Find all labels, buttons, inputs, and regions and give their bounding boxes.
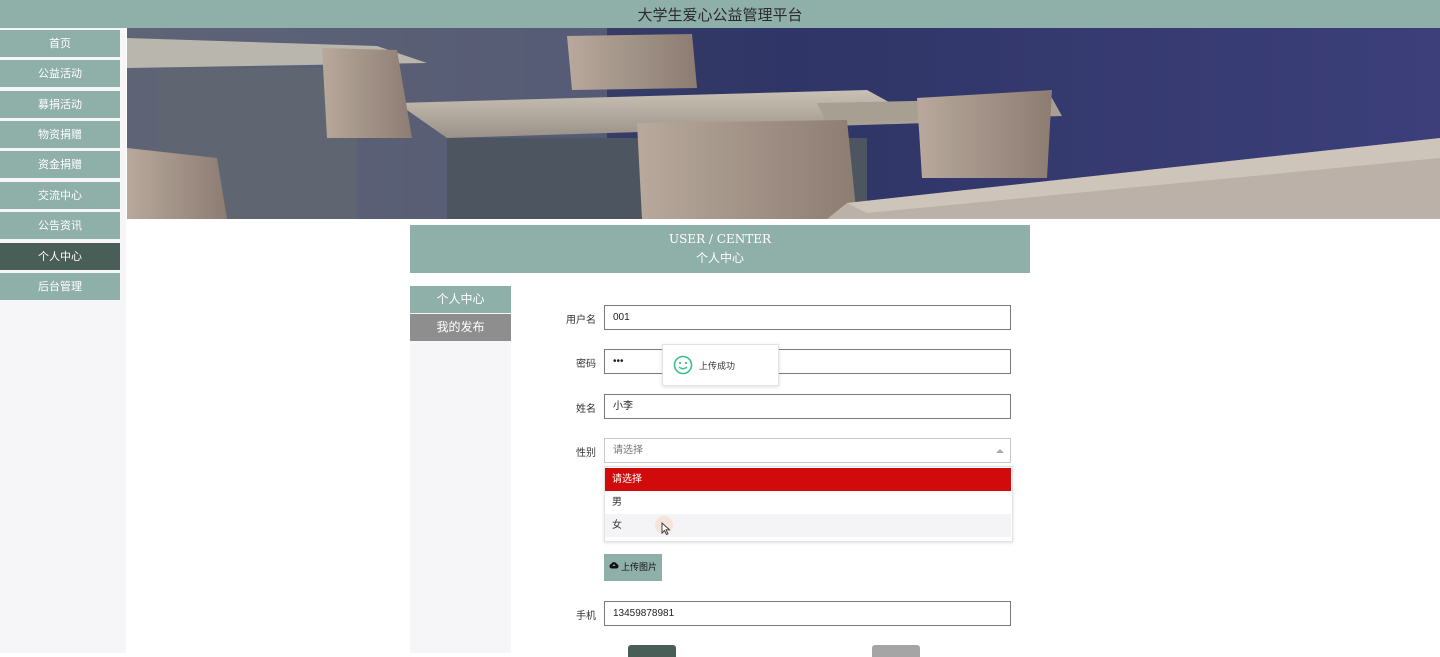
select-arrow-icon (996, 449, 1004, 453)
password-label: 密码 (576, 359, 596, 370)
gender-label: 性别 (576, 448, 596, 459)
submit-button[interactable] (628, 645, 676, 657)
gender-option-male[interactable]: 男 (605, 491, 1011, 514)
upload-image-label: 上传图片 (620, 563, 657, 573)
sidebar-item-exchange-center[interactable]: 交流中心 (0, 182, 120, 209)
phone-field[interactable]: 13459878981 (604, 601, 1011, 626)
sidebar-item-personal-center[interactable]: 个人中心 (0, 243, 120, 270)
name-label: 姓名 (576, 404, 596, 415)
upload-image-button[interactable]: 上传图片 (604, 554, 662, 581)
phone-label: 手机 (576, 611, 596, 622)
gender-select[interactable]: 请选择 (604, 438, 1011, 463)
user-center-title-en: USER / CENTER (668, 232, 772, 246)
sidebar: 首页 公益活动 募捐活动 物资捐赠 资金捐赠 交流中心 公告资讯 个人中心 后台… (0, 28, 126, 653)
sidebar-item-admin[interactable]: 后台管理 (0, 273, 120, 300)
mouse-cursor-icon (653, 514, 675, 536)
user-center-title-cn: 个人中心 (695, 251, 744, 265)
cloud-upload-icon (609, 554, 619, 581)
top-header-bar: 大学生爱心公益管理平台 (0, 0, 1440, 28)
toast-notification: 上传成功 (662, 344, 779, 386)
toast-message: 上传成功 (699, 362, 736, 372)
classroom-banner-image (127, 28, 1440, 219)
user-center-subnav: 个人中心 我的发布 (410, 286, 511, 653)
gender-option-placeholder[interactable]: 请选择 (605, 468, 1011, 491)
site-title: 大学生爱心公益管理平台 (637, 6, 803, 24)
username-label: 用户名 (566, 315, 596, 326)
sidebar-item-material-donation[interactable]: 物资捐赠 (0, 121, 120, 148)
subnav-item-personal-center[interactable]: 个人中心 (410, 286, 511, 313)
sidebar-item-announcements[interactable]: 公告资讯 (0, 212, 120, 239)
name-field[interactable]: 小李 (604, 394, 1011, 419)
logout-button[interactable] (872, 645, 920, 657)
gender-select-placeholder: 请选择 (613, 445, 643, 456)
user-center-header: USER / CENTER 个人中心 (410, 225, 1030, 273)
sidebar-item-home[interactable]: 首页 (0, 30, 120, 57)
sidebar-item-fundraising[interactable]: 募捐活动 (0, 91, 120, 118)
username-field[interactable]: 001 (604, 305, 1011, 330)
sidebar-item-fund-donation[interactable]: 资金捐赠 (0, 151, 120, 178)
subnav-item-my-posts[interactable]: 我的发布 (410, 314, 511, 341)
sidebar-item-charity-activities[interactable]: 公益活动 (0, 60, 120, 87)
smile-icon (673, 355, 693, 379)
